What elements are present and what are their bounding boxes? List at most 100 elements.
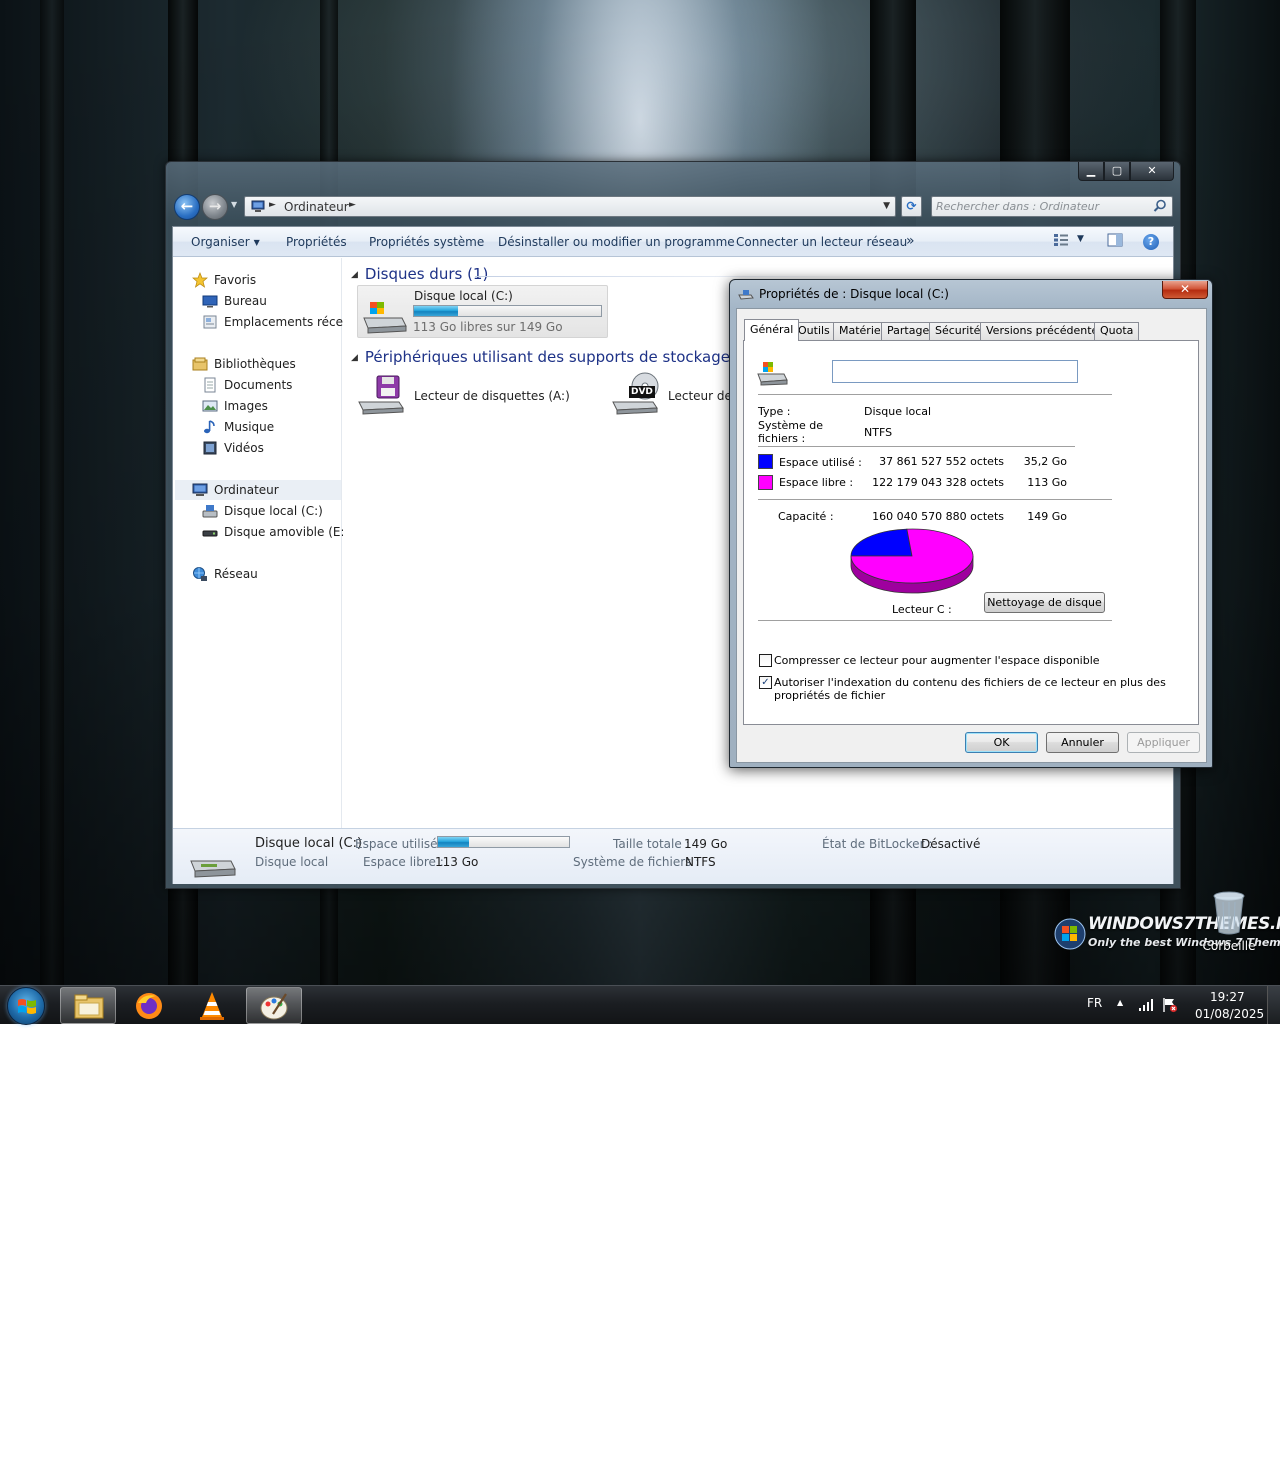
start-button[interactable] xyxy=(7,987,45,1025)
cancel-button[interactable]: Annuler xyxy=(1046,732,1119,753)
nav-favorites[interactable]: Favoris xyxy=(192,272,256,288)
dvd-badge: DVD xyxy=(631,387,653,397)
maximize-button[interactable]: ▢ xyxy=(1104,162,1130,181)
help-button[interactable]: ? xyxy=(1143,234,1159,250)
more-commands-button[interactable]: » xyxy=(906,233,915,249)
command-bar: Organiser ▼ Propriétés Propriétés système… xyxy=(173,227,1173,257)
nav-images[interactable]: Images xyxy=(202,398,268,414)
nav-music[interactable]: Musique xyxy=(202,419,274,435)
search-input[interactable] xyxy=(936,199,1146,214)
back-button[interactable]: ← xyxy=(174,194,200,220)
breadcrumb-arrow-icon[interactable]: ► xyxy=(349,200,356,210)
taskbar-vlc[interactable] xyxy=(184,987,240,1024)
dialog-body: Général Outils Matériel Partage Sécurité… xyxy=(736,308,1207,763)
recycle-bin-icon xyxy=(1213,891,1245,935)
nav-network-label: Réseau xyxy=(214,567,258,581)
tab-general[interactable]: Général xyxy=(744,319,800,341)
collapse-triangle-icon[interactable]: ◢ xyxy=(351,353,358,363)
nav-documents-label: Documents xyxy=(224,378,293,392)
organize-menu[interactable]: Organiser ▼ xyxy=(191,235,260,249)
apply-button[interactable]: Appliquer xyxy=(1127,732,1200,753)
divider xyxy=(758,620,1112,621)
tab-quota[interactable]: Quota xyxy=(1094,322,1140,340)
properties-button[interactable]: Propriétés xyxy=(286,235,347,249)
disk-cleanup-button[interactable]: Nettoyage de disque xyxy=(984,592,1105,613)
refresh-button[interactable]: ⟳ xyxy=(901,196,922,217)
used-space-swatch xyxy=(758,454,773,469)
close-button[interactable]: ✕ xyxy=(1130,162,1174,181)
map-network-drive-button[interactable]: Connecter un lecteur réseau xyxy=(736,235,907,249)
taskbar-paint[interactable] xyxy=(246,987,302,1024)
details-fs-label: Système de fichiers : xyxy=(573,855,700,869)
breadcrumb-arrow-icon[interactable]: ► xyxy=(269,200,276,210)
used-space-size: 35,2 Go xyxy=(1023,455,1067,468)
details-total-value: 149 Go xyxy=(684,837,728,851)
address-bar[interactable]: ► Ordinateur ► ▼ xyxy=(244,196,896,217)
free-space-swatch xyxy=(758,475,773,490)
nav-libraries[interactable]: Bibliothèques xyxy=(192,356,296,372)
system-properties-button[interactable]: Propriétés système xyxy=(369,235,484,249)
nav-desktop[interactable]: Bureau xyxy=(202,293,267,309)
forward-button[interactable]: → xyxy=(202,194,228,220)
preview-pane-icon[interactable] xyxy=(1107,233,1123,251)
uninstall-program-button[interactable]: Désinstaller ou modifier un programme xyxy=(498,235,735,249)
nav-computer[interactable]: Ordinateur xyxy=(175,480,341,500)
view-dropdown-icon[interactable]: ▼ xyxy=(1077,234,1084,244)
compress-checkbox[interactable] xyxy=(759,654,772,667)
show-hidden-icons-button[interactable]: ▲ xyxy=(1117,998,1123,1007)
clock-time[interactable]: 19:27 xyxy=(1210,990,1245,1004)
recycle-bin-shortcut[interactable]: Corbeille xyxy=(1198,890,1260,960)
tab-previous-versions[interactable]: Versions précédentes xyxy=(980,322,1111,340)
view-options-icon[interactable] xyxy=(1053,233,1069,251)
properties-dialog: Propriétés de : Disque local (C:) ✕ Géné… xyxy=(729,279,1213,768)
dialog-close-button[interactable]: ✕ xyxy=(1162,281,1208,299)
nav-favorites-label: Favoris xyxy=(214,273,257,287)
nav-libraries-label: Bibliothèques xyxy=(214,357,296,371)
indexing-checkbox[interactable]: ✓ xyxy=(759,676,772,689)
preview-pane-icon-glyph xyxy=(1107,233,1123,247)
tab-sharing[interactable]: Partage xyxy=(881,322,936,340)
show-desktop-button[interactable] xyxy=(1267,986,1280,1024)
clock-date[interactable]: 01/08/2025 xyxy=(1195,1007,1264,1021)
navigation-bar: ← → ▼ ► Ordinateur ► ▼ ⟳ xyxy=(174,193,1174,221)
drive-name-input[interactable] xyxy=(832,360,1078,383)
nav-removable-disk-label: Disque amovible (E:) xyxy=(224,525,350,539)
divider xyxy=(758,446,1075,447)
search-icon[interactable] xyxy=(1153,199,1167,213)
nav-recent-places[interactable]: Emplacements récents xyxy=(202,314,362,330)
folder-icon xyxy=(74,994,104,1019)
details-drive-type: Disque local xyxy=(255,855,329,869)
search-box[interactable] xyxy=(931,196,1173,217)
nav-local-disk[interactable]: Disque local (C:) xyxy=(202,503,323,519)
disk-usage-pie-chart xyxy=(850,528,974,594)
fs-label: Système de fichiers : xyxy=(758,419,824,445)
address-dropdown-icon[interactable]: ▼ xyxy=(883,201,890,211)
type-value: Disque local xyxy=(864,405,932,418)
free-space-bytes: 122 179 043 328 octets xyxy=(872,476,1004,489)
hard-drive-icon xyxy=(190,860,236,878)
taskbar-explorer[interactable] xyxy=(60,987,116,1024)
action-center-flag-icon[interactable] xyxy=(1162,997,1178,1013)
nav-removable-disk[interactable]: Disque amovible (E:) xyxy=(202,524,349,540)
ok-button[interactable]: OK xyxy=(965,732,1038,753)
language-indicator[interactable]: FR xyxy=(1087,996,1102,1010)
nav-network[interactable]: Réseau xyxy=(192,566,258,582)
group-header-hard-disks[interactable]: ◢ Disques durs (1) xyxy=(351,265,488,283)
nav-documents[interactable]: Documents xyxy=(202,377,292,393)
network-signal-icon[interactable] xyxy=(1138,998,1154,1012)
taskbar: FR ▲ 19:27 01/08/2025 xyxy=(0,985,1280,1025)
star-icon xyxy=(192,272,208,288)
tab-security[interactable]: Sécurité xyxy=(929,322,987,340)
drive-tile-c[interactable]: Disque local (C:) 113 Go libres sur 149 … xyxy=(357,285,608,338)
minimize-button[interactable]: ▁ xyxy=(1078,162,1104,181)
paint-palette-icon xyxy=(260,993,288,1020)
removable-drive-icon xyxy=(202,524,218,540)
taskbar-firefox[interactable] xyxy=(122,987,178,1024)
firefox-icon xyxy=(136,993,162,1019)
documents-icon xyxy=(202,377,218,393)
recent-pages-dropdown[interactable]: ▼ xyxy=(231,200,237,209)
nav-videos[interactable]: Vidéos xyxy=(202,440,264,456)
collapse-triangle-icon[interactable]: ◢ xyxy=(351,270,358,280)
breadcrumb-computer[interactable]: Ordinateur xyxy=(284,200,349,214)
nav-desktop-label: Bureau xyxy=(224,294,267,308)
